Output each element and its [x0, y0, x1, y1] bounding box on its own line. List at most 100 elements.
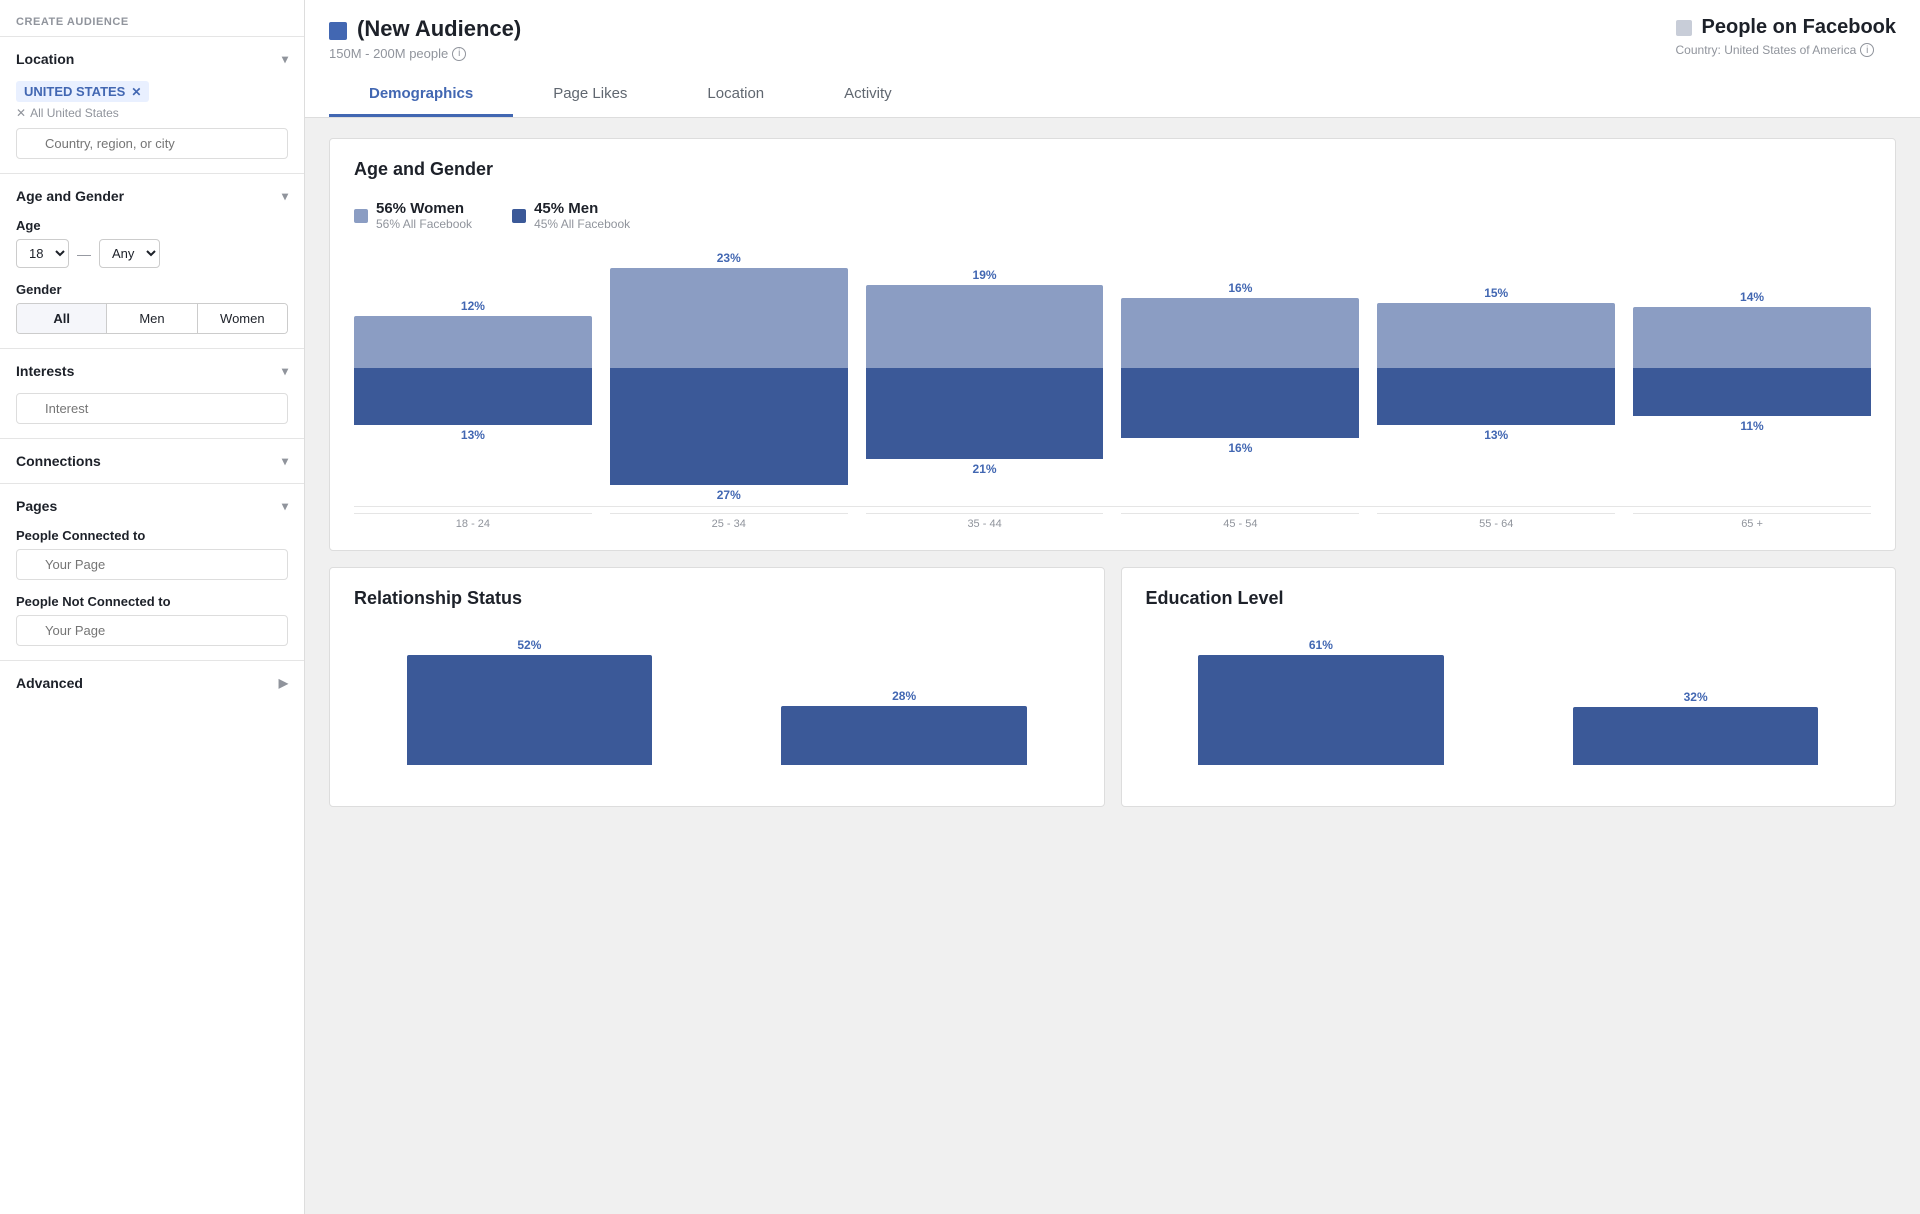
- women-bar-pct: 19%: [973, 268, 997, 282]
- location-input[interactable]: [16, 128, 288, 159]
- sidebar-title: CREATE AUDIENCE: [0, 0, 304, 36]
- advanced-chevron-icon: ▶: [279, 676, 288, 690]
- men-bar-group: 21%: [866, 368, 1104, 502]
- interests-section: Interests ▾ 🔍: [0, 348, 304, 438]
- men-bar-group: 13%: [354, 368, 592, 502]
- location-section: Location ▾ UNITED STATES ✕ ✕ All United …: [0, 36, 304, 173]
- relationship-bar-pct: 28%: [892, 689, 916, 703]
- relationship-bar: [781, 706, 1027, 765]
- legend-women-text: 56% Women 56% All Facebook: [376, 200, 472, 231]
- age-label: 25 - 34: [610, 513, 848, 530]
- advanced-section[interactable]: Advanced ▶: [0, 660, 304, 705]
- age-gender-header[interactable]: Age and Gender ▾: [0, 174, 304, 218]
- people-connected-input[interactable]: [16, 549, 288, 580]
- pages-section: Pages ▾ People Connected to 🔍 People Not…: [0, 483, 304, 660]
- interests-content: 🔍: [0, 393, 304, 438]
- audience-size: 150M - 200M people i: [329, 46, 521, 61]
- people-connected-label: People Connected to: [16, 528, 288, 543]
- tab-location[interactable]: Location: [667, 73, 804, 117]
- age-label: 45 - 54: [1121, 513, 1359, 530]
- audience-size-text: 150M - 200M people: [329, 46, 448, 61]
- legend-men-pct-label: 45% Men: [534, 200, 630, 217]
- legend-women-pct-label: 56% Women: [376, 200, 472, 217]
- men-bar-pct: 11%: [1740, 419, 1763, 433]
- location-subtitle: ✕ All United States: [16, 106, 288, 120]
- age-label: 18 - 24: [354, 513, 592, 530]
- tab-demographics[interactable]: Demographics: [329, 73, 513, 117]
- audience-name-row: (New Audience): [329, 16, 521, 42]
- tab-page-likes[interactable]: Page Likes: [513, 73, 667, 117]
- legend-men-text: 45% Men 45% All Facebook: [534, 200, 630, 231]
- remove-country-icon[interactable]: ✕: [131, 85, 141, 99]
- age-to-select[interactable]: Any243444546465+: [99, 239, 160, 268]
- legend-women-color: [354, 209, 368, 223]
- age-dash: —: [77, 246, 91, 262]
- education-bar-group: 32%: [1520, 690, 1871, 765]
- education-bar-group: 61%: [1146, 638, 1497, 765]
- location-section-header[interactable]: Location ▾: [0, 37, 304, 81]
- relationship-bar-group: 28%: [729, 689, 1080, 765]
- interest-input[interactable]: [16, 393, 288, 424]
- men-bar-group: 27%: [610, 368, 848, 502]
- people-connected-input-wrapper: 🔍: [16, 549, 288, 580]
- connections-header[interactable]: Connections ▾: [0, 439, 304, 483]
- pages-header[interactable]: Pages ▾: [0, 484, 304, 528]
- education-bar: [1573, 707, 1819, 765]
- sidebar: CREATE AUDIENCE Location ▾ UNITED STATES…: [0, 0, 305, 1214]
- women-bars-row: 12% 23% 19% 16% 15% 14%: [354, 251, 1871, 368]
- education-card: Education Level 61% 32%: [1121, 567, 1897, 807]
- age-label: 65 +: [1633, 513, 1871, 530]
- audience-info: (New Audience) 150M - 200M people i: [329, 16, 521, 61]
- remove-location-icon[interactable]: ✕: [16, 106, 26, 120]
- interest-input-wrapper: 🔍: [16, 393, 288, 424]
- comparison-details: People on Facebook Country: United State…: [1676, 16, 1896, 57]
- audience-header: (New Audience) 150M - 200M people i Peop…: [305, 0, 1920, 118]
- relationship-bar-group: 52%: [354, 638, 705, 765]
- men-bars-row: 13% 27% 21% 16% 13% 11%: [354, 368, 1871, 502]
- gender-women-button[interactable]: Women: [198, 304, 287, 333]
- age-from-select[interactable]: 18212535455565: [16, 239, 69, 268]
- women-bar-group: 19%: [866, 251, 1104, 368]
- people-not-connected-input[interactable]: [16, 615, 288, 646]
- age-row: 18212535455565 — Any243444546465+: [16, 239, 288, 268]
- comparison-name: People on Facebook: [1702, 16, 1896, 39]
- relationship-bar-chart: 52% 28%: [354, 625, 1080, 765]
- gender-men-button[interactable]: Men: [107, 304, 197, 333]
- gender-field-label: Gender: [16, 282, 288, 297]
- main-content: (New Audience) 150M - 200M people i Peop…: [305, 0, 1920, 1214]
- interests-chevron-icon: ▾: [282, 364, 288, 378]
- comparison-sub: Country: United States of America i: [1676, 43, 1875, 57]
- interests-header[interactable]: Interests ▾: [0, 349, 304, 393]
- chart-area: Age and Gender 56% Women 56% All Faceboo…: [305, 118, 1920, 827]
- tab-activity[interactable]: Activity: [804, 73, 932, 117]
- women-bar: [866, 285, 1104, 368]
- education-bar: [1198, 655, 1444, 765]
- pages-label: Pages: [16, 498, 57, 514]
- education-chart-title: Education Level: [1146, 588, 1872, 609]
- people-not-connected-input-wrapper: 🔍: [16, 615, 288, 646]
- advanced-label: Advanced: [16, 675, 83, 691]
- comparison-info: People on Facebook Country: United State…: [1676, 16, 1896, 57]
- location-label: Location: [16, 51, 74, 67]
- comparison-info-icon[interactable]: i: [1860, 43, 1874, 57]
- pages-content: People Connected to 🔍 People Not Connect…: [0, 528, 304, 660]
- education-bar-pct: 32%: [1684, 690, 1708, 704]
- gender-buttons: All Men Women: [16, 303, 288, 334]
- age-field-label: Age: [16, 218, 288, 233]
- women-bar-pct: 15%: [1484, 286, 1508, 300]
- relationship-chart-title: Relationship Status: [354, 588, 1080, 609]
- men-bar: [610, 368, 848, 485]
- women-bar: [1377, 303, 1615, 368]
- location-content: UNITED STATES ✕ ✕ All United States +: [0, 81, 304, 173]
- audience-info-icon[interactable]: i: [452, 47, 466, 61]
- legend-men-color: [512, 209, 526, 223]
- relationship-card: Relationship Status 52% 28%: [329, 567, 1105, 807]
- chart-legend: 56% Women 56% All Facebook 45% Men 45% A…: [354, 200, 1871, 231]
- women-bar-group: 12%: [354, 251, 592, 368]
- country-tag-text: UNITED STATES: [24, 84, 125, 99]
- men-bar-group: 13%: [1377, 368, 1615, 502]
- people-not-connected-label: People Not Connected to: [16, 594, 288, 609]
- women-bar-pct: 23%: [717, 251, 741, 265]
- location-subtitle-text: All United States: [30, 106, 119, 120]
- gender-all-button[interactable]: All: [17, 304, 107, 333]
